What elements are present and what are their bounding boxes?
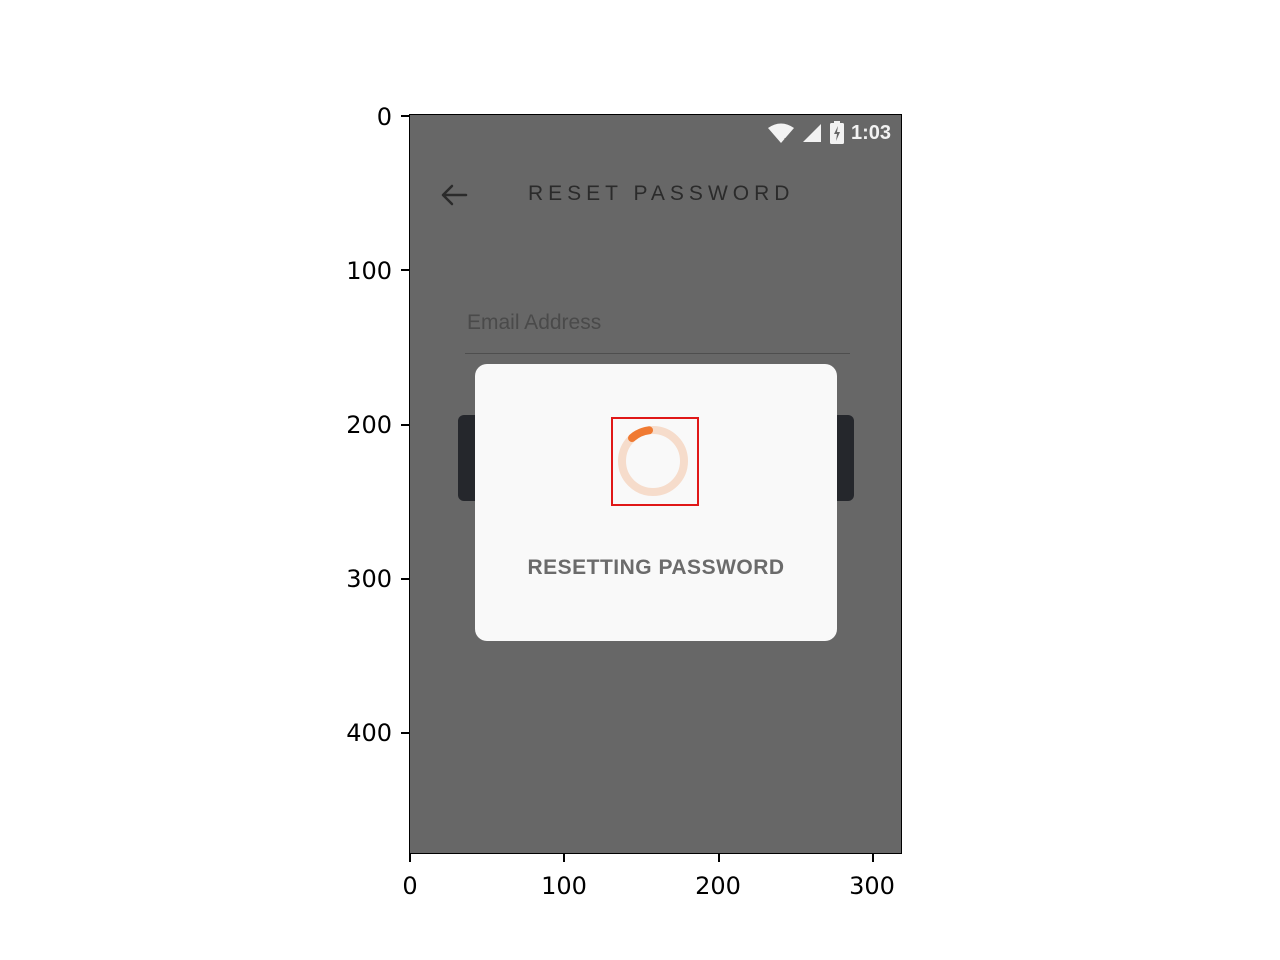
x-tick-label: 100 <box>541 872 587 900</box>
page-title: RESET PASSWORD <box>528 182 795 205</box>
signal-icon <box>801 123 823 143</box>
highlight-box <box>611 417 699 506</box>
status-time: 1:03 <box>850 121 891 144</box>
y-tick-label: 0 <box>376 103 392 131</box>
x-tick-mark <box>718 854 720 862</box>
y-tick-mark <box>401 578 409 580</box>
y-tick-mark <box>401 424 409 426</box>
dialog-message: RESETTING PASSWORD <box>527 556 785 579</box>
y-tick-label: 400 <box>346 719 392 747</box>
email-placeholder: Email Address <box>467 311 602 334</box>
back-button[interactable] <box>436 177 472 213</box>
x-tick-label: 300 <box>849 872 895 900</box>
progress-dialog: RESETTING PASSWORD <box>475 364 837 641</box>
email-field[interactable]: Email Address <box>465 303 850 354</box>
phone-screen: x 1:03 RESET PASSWORD Email Address RESE… <box>409 114 902 854</box>
y-tick-mark <box>401 269 409 271</box>
toolbar: RESET PASSWORD <box>410 173 901 217</box>
y-tick-label: 200 <box>346 411 392 439</box>
x-tick-mark <box>872 854 874 862</box>
battery-charging-icon <box>829 121 845 145</box>
arrow-left-icon <box>441 184 468 206</box>
y-tick-mark <box>401 115 409 117</box>
svg-text:x: x <box>784 136 790 144</box>
wifi-off-icon: x <box>767 122 795 144</box>
y-tick-label: 100 <box>346 257 392 285</box>
y-tick-mark <box>401 732 409 734</box>
x-tick-label: 200 <box>695 872 741 900</box>
y-tick-label: 300 <box>346 565 392 593</box>
x-tick-label: 0 <box>402 872 418 900</box>
x-tick-mark <box>563 854 565 862</box>
x-tick-mark <box>409 854 411 862</box>
status-bar: x 1:03 <box>767 119 891 147</box>
